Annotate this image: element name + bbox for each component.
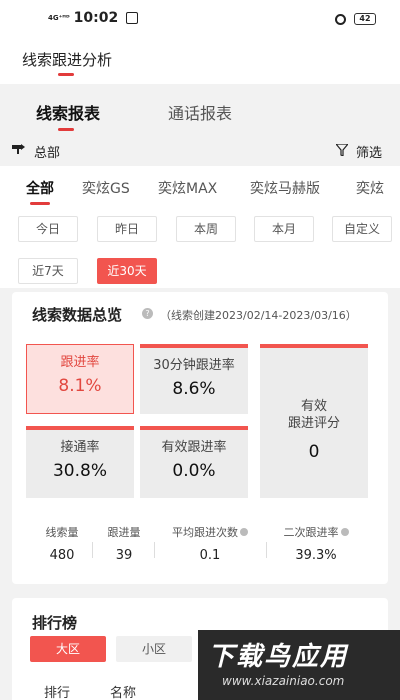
help-icon[interactable] bbox=[240, 528, 248, 536]
date-chip-30-days[interactable]: 近30天 bbox=[97, 258, 157, 284]
metric-effective-follow-rate[interactable]: 有效跟进率 0.0% bbox=[140, 426, 248, 498]
metric-effective-follow-score[interactable]: 有效 跟进评分 0 bbox=[260, 344, 368, 498]
region-selector[interactable]: 总部 bbox=[34, 142, 60, 161]
app-bar: 线索跟进分析 bbox=[0, 40, 400, 84]
ranking-chip-district[interactable]: 小区 bbox=[116, 636, 192, 662]
status-left: 4G⁺ᴴᴰ 10:02 bbox=[48, 10, 139, 26]
date-chip-this-month[interactable]: 本月 bbox=[254, 216, 314, 242]
model-active-indicator bbox=[30, 202, 50, 205]
stat-label-text: 二次跟进率 bbox=[283, 526, 339, 539]
watermark-text: 下载鸟应用 bbox=[208, 642, 349, 672]
alarm-icon bbox=[335, 13, 346, 25]
stat-value: 0.1 bbox=[199, 548, 221, 563]
lead-overview-card: 线索数据总览 ? （线索创建2023/02/14-2023/03/16） 跟进率… bbox=[12, 292, 388, 584]
help-icon[interactable]: ? bbox=[142, 308, 153, 319]
signal-indicator: 4G⁺ᴴᴰ bbox=[48, 13, 70, 22]
watermark-url: www.xiazainiao.com bbox=[222, 674, 345, 688]
metric-label: 跟进率 bbox=[60, 355, 100, 370]
tab-call-report[interactable]: 通话报表 bbox=[168, 100, 232, 124]
ranking-col-name: 名称 bbox=[110, 686, 137, 700]
metric-value: 8.1% bbox=[58, 376, 102, 396]
stat-divider bbox=[92, 542, 93, 558]
ranking-col-rank: 排行 bbox=[44, 686, 71, 700]
overview-date-range: （线索创建2023/02/14-2023/03/16） bbox=[160, 309, 357, 322]
metric-connect-rate[interactable]: 接通率 30.8% bbox=[26, 426, 134, 498]
stat-label: 线索量 bbox=[45, 526, 79, 539]
report-tabs: 线索报表 通话报表 bbox=[0, 92, 400, 134]
date-range-chips: 今日 昨日 本周 本月 自定义 近7天 近30天 bbox=[0, 208, 400, 288]
metric-label: 30分钟跟进率 bbox=[153, 358, 235, 373]
score-label-line2: 跟进评分 bbox=[287, 416, 340, 431]
stat-follow-count: 跟进量 39 bbox=[104, 524, 144, 563]
signpost-icon[interactable] bbox=[12, 144, 26, 154]
stat-avg-follow-times: 平均跟进次数 0.1 bbox=[164, 524, 256, 563]
sim-icon bbox=[126, 12, 139, 24]
score-label-line1: 有效 bbox=[300, 399, 327, 414]
stat-label: 跟进量 bbox=[107, 526, 141, 539]
ranking-chip-region[interactable]: 大区 bbox=[30, 636, 106, 662]
model-tab-gs[interactable]: 奕炫GS bbox=[82, 178, 130, 198]
metric-label: 有效跟进率 bbox=[161, 440, 227, 455]
status-bar: 4G⁺ᴴᴰ 10:02 42 bbox=[0, 0, 400, 40]
metric-follow-rate[interactable]: 跟进率 8.1% bbox=[26, 344, 134, 414]
stat-value: 480 bbox=[49, 548, 75, 563]
metric-value: 8.6% bbox=[172, 379, 216, 399]
date-chip-yesterday[interactable]: 昨日 bbox=[97, 216, 157, 242]
stat-label: 平均跟进次数 bbox=[164, 524, 256, 540]
model-tab-mach[interactable]: 奕炫马赫版 bbox=[250, 178, 320, 198]
overview-stats: 线索量 480 跟进量 39 平均跟进次数 0.1 二次跟进率 39.3% bbox=[12, 524, 388, 572]
stat-label-text: 平均跟进次数 bbox=[172, 526, 238, 539]
stat-divider bbox=[154, 542, 155, 558]
stat-value: 39 bbox=[115, 548, 133, 563]
clock: 10:02 bbox=[73, 10, 119, 26]
metric-30min-follow-rate[interactable]: 30分钟跟进率 8.6% bbox=[140, 344, 248, 414]
tab-lead-report[interactable]: 线索报表 bbox=[36, 100, 100, 124]
filter-icon[interactable] bbox=[336, 144, 348, 156]
metric-value: 0.0% bbox=[172, 461, 216, 481]
help-icon[interactable] bbox=[340, 528, 349, 536]
stat-label: 二次跟进率 bbox=[276, 524, 356, 540]
model-tabs: 全部 奕炫GS 奕炫MAX 奕炫马赫版 奕炫 bbox=[0, 166, 400, 208]
date-chip-this-week[interactable]: 本周 bbox=[176, 216, 236, 242]
filter-button[interactable]: 筛选 bbox=[356, 142, 382, 161]
metric-value: 30.8% bbox=[52, 461, 107, 481]
score-value: 0 bbox=[308, 442, 320, 462]
date-chip-7-days[interactable]: 近7天 bbox=[18, 258, 78, 284]
model-tab-all[interactable]: 全部 bbox=[26, 178, 54, 198]
stat-value: 39.3% bbox=[295, 548, 337, 563]
metric-label: 接通率 bbox=[60, 440, 100, 455]
stat-lead-count: 线索量 480 bbox=[42, 524, 82, 563]
model-tab-yixuan[interactable]: 奕炫 bbox=[356, 178, 384, 198]
page-title: 线索跟进分析 bbox=[22, 51, 113, 76]
status-right: 42 bbox=[335, 13, 376, 25]
ranking-title: 排行榜 bbox=[32, 614, 78, 632]
model-tab-max[interactable]: 奕炫MAX bbox=[158, 178, 217, 198]
stat-second-follow-rate: 二次跟进率 39.3% bbox=[276, 524, 356, 563]
date-chip-today[interactable]: 今日 bbox=[18, 216, 78, 242]
tab-active-indicator bbox=[58, 128, 74, 131]
date-chip-custom[interactable]: 自定义 bbox=[332, 216, 392, 242]
stat-divider bbox=[266, 542, 267, 558]
overview-title: 线索数据总览 bbox=[32, 306, 123, 324]
battery-indicator: 42 bbox=[354, 13, 376, 25]
watermark-logo: 下载鸟应用 www.xiazainiao.com bbox=[198, 630, 400, 700]
region-bar: 总部 筛选 bbox=[0, 138, 400, 164]
